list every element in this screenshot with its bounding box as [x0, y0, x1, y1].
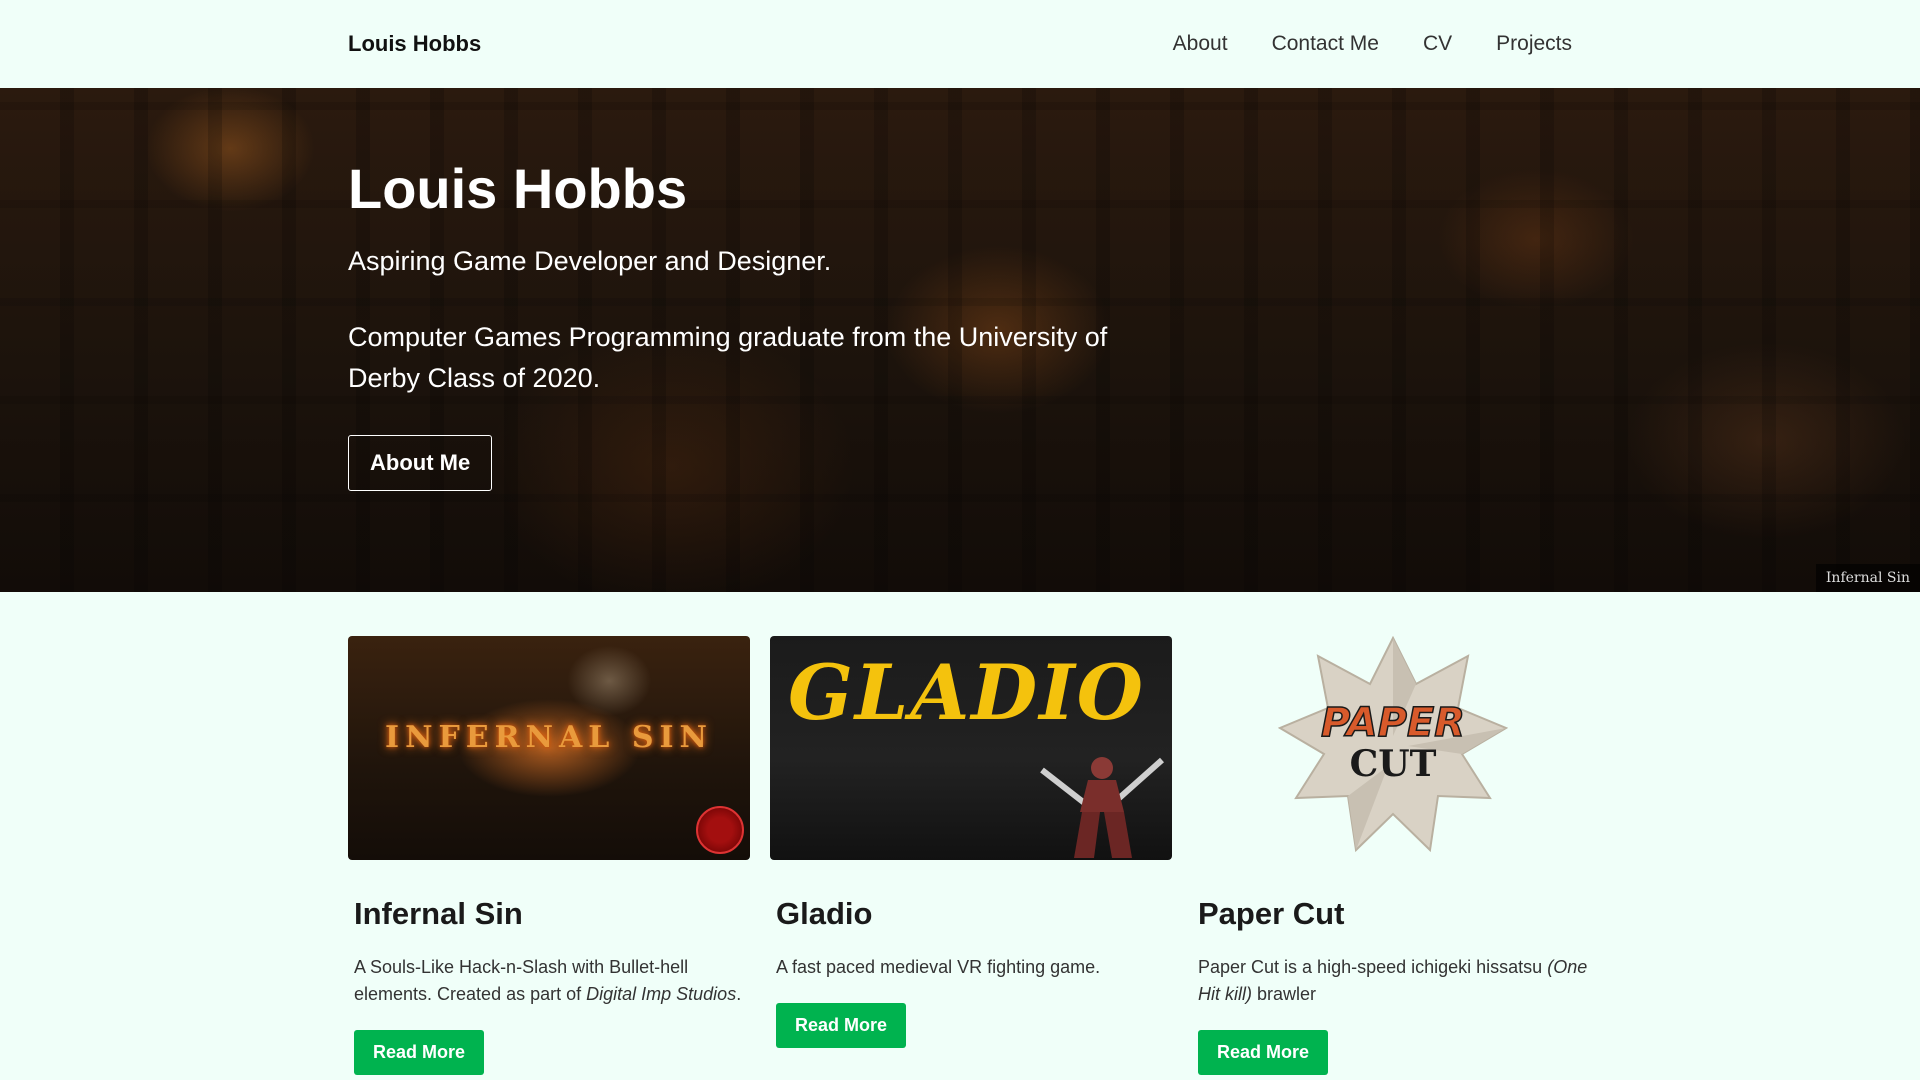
projects-section: INFERNAL SIN Infernal Sin A Souls-Like H…: [0, 592, 1920, 1075]
project-description: Paper Cut is a high-speed ichigeki hissa…: [1198, 957, 1588, 1004]
paper-cut-star-logo: PAPER CUT: [1278, 636, 1508, 853]
paper-cut-logo-line2: CUT: [1350, 743, 1437, 785]
hero-title: Louis Hobbs: [348, 157, 688, 220]
project-card-gladio: GLADIO Gladio A fast paced medieval VR f…: [770, 636, 1172, 1075]
nav-link-about[interactable]: About: [1173, 32, 1228, 56]
knight-figure-icon: [1040, 757, 1164, 858]
brand-link[interactable]: Louis Hobbs: [348, 31, 481, 57]
project-title: Infernal Sin: [354, 896, 523, 931]
nav-link-cv[interactable]: CV: [1423, 32, 1452, 56]
hero-banner: Louis Hobbs Aspiring Game Developer and …: [0, 88, 1920, 592]
read-more-button[interactable]: Read More: [776, 1003, 907, 1048]
nav-links: About Contact Me CV Projects: [1173, 32, 1572, 56]
infernal-sin-logo-text: INFERNAL SIN: [385, 720, 713, 755]
hero-description: Computer Games Programming graduate from…: [348, 321, 1108, 393]
gladio-logo-text: GLADIO: [788, 648, 1145, 737]
about-me-button[interactable]: About Me: [348, 434, 493, 491]
project-title: Paper Cut: [1198, 896, 1345, 931]
project-description: A Souls-Like Hack-n-Slash with Bullet-he…: [354, 957, 742, 1004]
studio-seal-icon: [696, 806, 744, 854]
project-description: A fast paced medieval VR fighting game.: [776, 957, 1101, 977]
project-card-paper-cut: PAPER CUT Paper Cut Paper Cut is a high-…: [1192, 636, 1594, 1075]
project-image-infernal-sin[interactable]: INFERNAL SIN: [348, 636, 750, 860]
read-more-button[interactable]: Read More: [1198, 1030, 1329, 1075]
project-image-paper-cut[interactable]: PAPER CUT: [1192, 636, 1594, 860]
project-title: Gladio: [776, 896, 873, 931]
hero-subtitle: Aspiring Game Developer and Designer.: [348, 245, 832, 276]
project-card-infernal-sin: INFERNAL SIN Infernal Sin A Souls-Like H…: [348, 636, 750, 1075]
read-more-button[interactable]: Read More: [354, 1030, 485, 1075]
nav-link-contact[interactable]: Contact Me: [1272, 32, 1379, 56]
paper-cut-logo-line1: PAPER: [1321, 700, 1465, 746]
image-caption: Infernal Sin: [1815, 564, 1920, 592]
nav-link-projects[interactable]: Projects: [1496, 32, 1572, 56]
navbar: Louis Hobbs About Contact Me CV Projects: [0, 0, 1920, 88]
project-image-gladio[interactable]: GLADIO: [770, 636, 1172, 860]
